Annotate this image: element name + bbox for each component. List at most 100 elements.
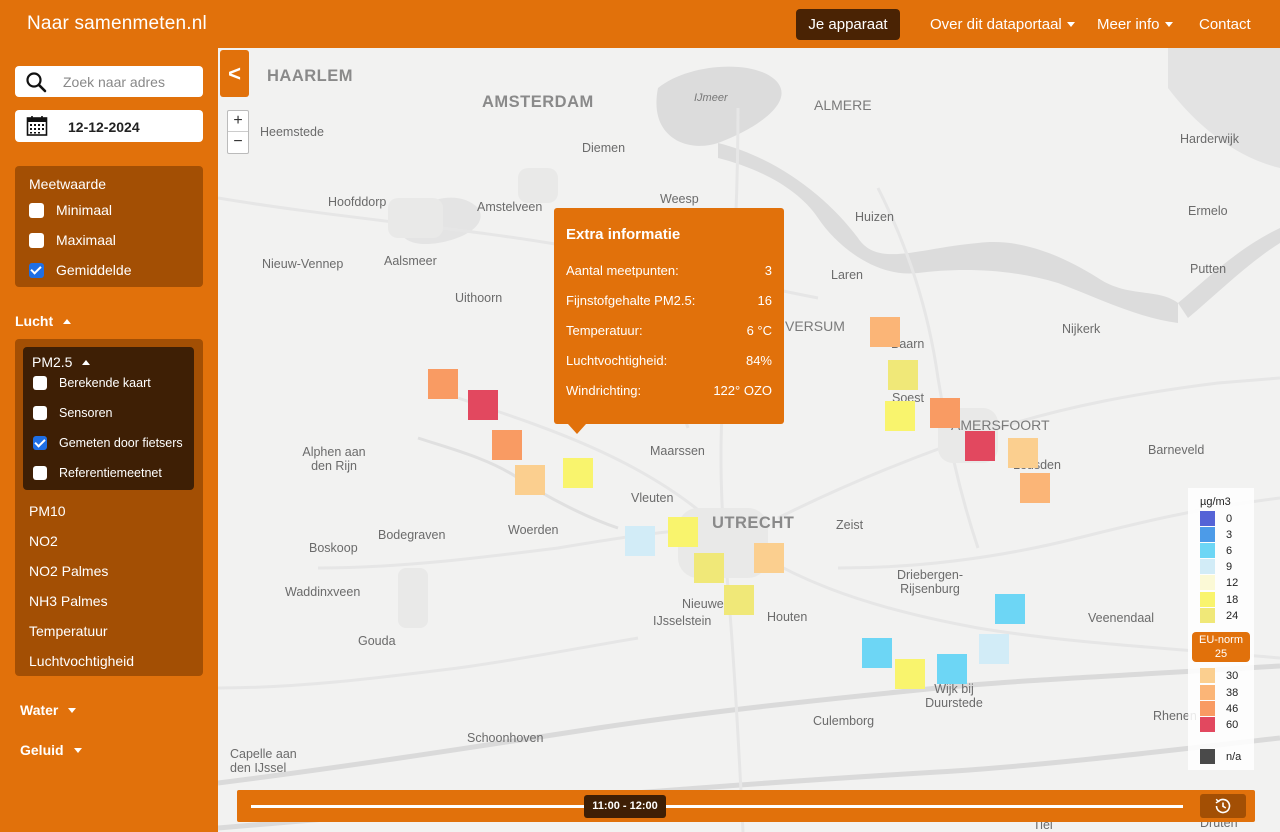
measurement-cell[interactable] [1020,473,1050,503]
pm25-label: PM2.5 [32,354,73,370]
legend-item: 46 [1200,701,1238,716]
place-label: Hoofddorp [328,195,387,209]
measurement-cell[interactable] [895,659,925,689]
eu-norm-label: EU-norm [1198,634,1243,646]
date-picker[interactable]: 12-12-2024 [15,110,203,142]
caret-down-icon [73,747,82,753]
brand-link[interactable]: Naar samenmeten.nl [27,13,207,35]
nav-contact[interactable]: Contact [1199,16,1251,33]
place-label: ALMERE [814,97,872,113]
measurement-cell[interactable] [965,431,995,461]
nav-label: Over dit dataportaal [930,16,1062,33]
option-referentiemeetnet[interactable]: Referentiemeetnet [33,466,162,480]
layer-pm10[interactable]: PM10 [29,503,66,519]
device-button[interactable]: Je apparaat [796,9,900,40]
nav-over-dataportaal[interactable]: Over dit dataportaal [930,16,1075,33]
measurement-cell[interactable] [694,553,724,583]
option-label: Referentiemeetnet [59,466,162,480]
place-label: Waddinxveen [285,585,361,599]
place-label: IJmeer [694,92,728,104]
measurement-cell[interactable] [870,317,900,347]
time-slider-handle[interactable]: 11:00 - 12:00 [584,795,666,818]
option-berekende-kaart[interactable]: Berekende kaart [33,376,151,390]
section-lucht-toggle[interactable]: Lucht [15,313,72,329]
place-label: Boskoop [309,541,358,555]
zoom-in-button[interactable]: + [228,111,248,132]
layer-no2[interactable]: NO2 [29,533,58,549]
pm25-toggle[interactable]: PM2.5 [32,354,91,370]
measurement-cell[interactable] [668,517,698,547]
option-gemiddelde[interactable]: Gemiddelde [29,262,132,278]
nav-label: Contact [1199,16,1251,33]
measurement-cell[interactable] [428,369,458,399]
map-canvas[interactable]: HAARLEM AMSTERDAM IJmeer ALMERE Heemsted… [218,48,1280,832]
checkbox-sensoren[interactable] [33,406,47,420]
measurement-cell[interactable] [563,458,593,488]
place-label: Aalsmeer [384,254,437,268]
measurement-cell[interactable] [515,465,545,495]
measurement-cell[interactable] [468,390,498,420]
place-label: Wijk bij Duurstede [925,682,983,710]
option-maximaal[interactable]: Maximaal [29,232,116,248]
popup-row-value: 6 °C [746,323,772,338]
section-geluid-label: Geluid [20,742,64,758]
place-label: Culemborg [813,714,875,728]
collapse-sidebar-button[interactable]: < [220,50,249,97]
legend-label: 24 [1226,609,1239,622]
place-label: HAARLEM [267,67,353,85]
zoom-out-button[interactable]: − [228,132,248,153]
legend-item: 30 [1200,668,1238,683]
place-label: Woerden [508,523,559,537]
measurement-cell[interactable] [754,543,784,573]
time-slider-track[interactable] [251,805,1183,808]
section-water-toggle[interactable]: Water [20,702,77,718]
place-label: Huizen [855,210,894,224]
layer-no2-palmes[interactable]: NO2 Palmes [29,563,108,579]
measurement-cell[interactable] [625,526,655,556]
popup-row: Temperatuur: 6 °C [566,323,772,338]
nav-meer-info[interactable]: Meer info [1097,16,1173,33]
checkbox-minimaal[interactable] [29,202,44,218]
legend-label: 60 [1226,718,1239,731]
checkbox-referentiemeetnet[interactable] [33,466,47,480]
checkbox-maximaal[interactable] [29,232,44,248]
eu-norm-value: 25 [1214,648,1228,660]
option-fietsers[interactable]: Gemeten door fietsers [33,436,183,450]
measurement-cell[interactable] [492,430,522,460]
legend-label: 12 [1226,576,1239,589]
legend-unit: µg/m3 [1200,496,1231,508]
layer-nh3-palmes[interactable]: NH3 Palmes [29,593,108,609]
measurement-cell[interactable] [1008,438,1038,468]
place-label: Putten [1190,262,1227,276]
place-label: IJsselstein [653,614,712,628]
legend-label: n/a [1226,750,1242,763]
measurement-cell[interactable] [862,638,892,668]
layer-temperatuur[interactable]: Temperatuur [29,623,108,639]
history-button[interactable] [1200,794,1246,818]
measurement-cell[interactable] [724,585,754,615]
measurement-cell[interactable] [995,594,1025,624]
measurement-cell[interactable] [937,654,967,684]
place-label: Capelle aan den IJssel [230,747,297,775]
layer-luchtvochtigheid[interactable]: Luchtvochtigheid [29,653,134,669]
place-label: Amstelveen [477,200,543,214]
history-icon [1215,798,1231,814]
place-label: Alphen aan den Rijn [302,445,366,473]
measurement-cell[interactable] [930,398,960,428]
caret-up-icon [63,318,72,324]
section-geluid-toggle[interactable]: Geluid [20,742,82,758]
legend-swatch [1200,559,1215,574]
measurement-cell[interactable] [885,401,915,431]
option-minimaal[interactable]: Minimaal [29,202,112,218]
measurement-cell[interactable] [979,634,1009,664]
place-label: Bodegraven [378,528,446,542]
checkbox-fietsers[interactable] [33,436,47,450]
date-value: 12-12-2024 [68,119,140,135]
option-sensoren[interactable]: Sensoren [33,406,113,420]
measurement-cell[interactable] [888,360,918,390]
checkbox-berekende-kaart[interactable] [33,376,47,390]
checkbox-gemiddelde[interactable] [29,262,44,278]
section-lucht-label: Lucht [15,313,54,329]
search-input[interactable] [63,70,199,93]
legend-label: 9 [1226,560,1233,573]
